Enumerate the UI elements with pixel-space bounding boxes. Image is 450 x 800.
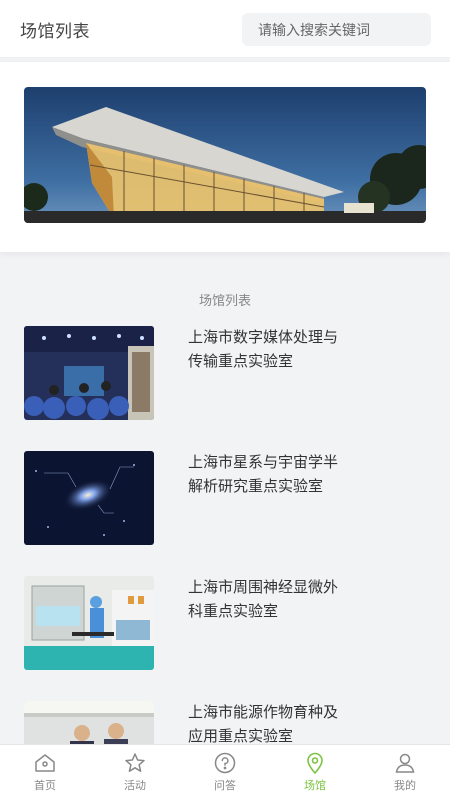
venue-list-item[interactable]: 上海市周围神经显微外科重点实验室 xyxy=(0,576,450,672)
venue-name: 上海市周围神经显微外科重点实验室 xyxy=(188,579,339,620)
tab-venues[interactable]: 场馆 xyxy=(270,745,360,800)
tab-label: 问答 xyxy=(214,780,236,792)
question-icon xyxy=(214,752,236,774)
home-icon xyxy=(35,754,55,772)
banner-image[interactable] xyxy=(24,87,426,223)
venue-thumbnail xyxy=(24,326,154,420)
user-icon xyxy=(395,753,415,773)
tab-label: 活动 xyxy=(124,780,146,792)
location-pin-icon xyxy=(307,752,323,774)
tab-home[interactable]: 首页 xyxy=(0,745,90,800)
banner-card xyxy=(0,62,450,252)
venue-thumbnail xyxy=(24,576,154,670)
venue-thumbnail xyxy=(24,451,154,545)
tab-qa[interactable]: 问答 xyxy=(180,745,270,800)
tab-label: 场馆 xyxy=(304,780,326,792)
venue-list-item[interactable]: 上海市星系与宇宙学半解析研究重点实验室 xyxy=(0,451,450,547)
bottom-tab-bar: 首页 活动 问答 场馆 我的 xyxy=(0,744,450,800)
section-title: 场馆列表 xyxy=(198,293,251,308)
tab-mine[interactable]: 我的 xyxy=(360,745,450,800)
venue-name: 上海市能源作物育种及应用重点实验室 xyxy=(188,704,339,745)
star-icon xyxy=(125,753,145,772)
tab-activities[interactable]: 活动 xyxy=(90,745,180,800)
page-title: 场馆列表 xyxy=(20,22,90,41)
tab-label: 首页 xyxy=(34,780,56,792)
venue-name: 上海市星系与宇宙学半解析研究重点实验室 xyxy=(188,454,339,495)
tab-label: 我的 xyxy=(394,780,416,792)
venue-list-item[interactable]: 上海市数字媒体处理与传输重点实验室 xyxy=(0,326,450,422)
header: 场馆列表 xyxy=(0,0,450,58)
search-input[interactable] xyxy=(242,13,431,46)
venue-name: 上海市数字媒体处理与传输重点实验室 xyxy=(188,329,339,370)
